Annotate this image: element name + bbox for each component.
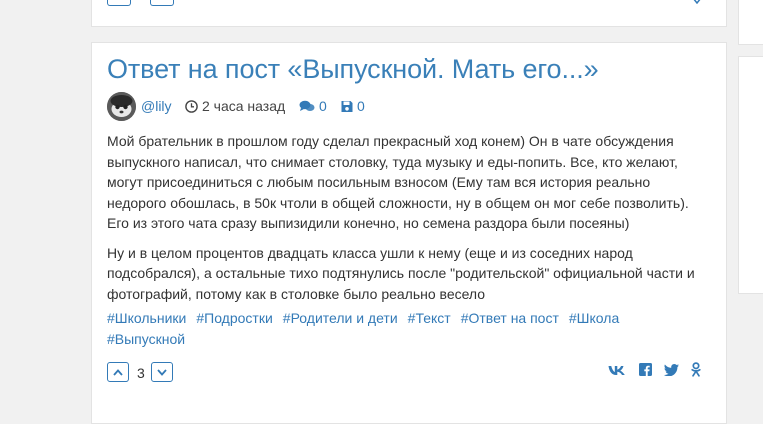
rating-count: 3 xyxy=(137,365,145,381)
vk-icon xyxy=(608,363,626,381)
post-time: 2 часа назад xyxy=(185,98,285,114)
tag-link[interactable]: #Школьники xyxy=(107,308,186,329)
author-link[interactable]: @lily xyxy=(141,98,172,114)
facebook-share-button[interactable] xyxy=(638,363,652,381)
clock-icon xyxy=(185,98,202,114)
tag-link[interactable]: #Родители и дети xyxy=(283,308,398,329)
facebook-icon xyxy=(638,363,652,381)
comments-icon xyxy=(299,98,319,114)
tag-link[interactable]: #Школа xyxy=(569,308,619,329)
text-line: подсобрался), а остальные тихо подтянули… xyxy=(107,265,695,281)
comments-count: 0 xyxy=(319,98,327,114)
tag-link[interactable]: #Подростки xyxy=(196,308,272,329)
tag-list: #Школьники #Подростки #Родители и дети #Тек… xyxy=(107,308,707,349)
sidebar-card xyxy=(738,56,763,294)
post-title[interactable]: Ответ на пост «Выпускной. Мать его...» xyxy=(107,54,599,85)
vk-share-button[interactable] xyxy=(607,364,627,380)
twitter-icon xyxy=(663,363,679,381)
text-line: фотографий, потому как в столовке было р… xyxy=(107,285,486,302)
odnoklassniki-icon xyxy=(691,362,701,382)
twitter-share-button[interactable] xyxy=(663,364,679,380)
previous-downvote-button[interactable] xyxy=(150,0,174,6)
chevron-down-icon xyxy=(157,363,167,381)
tag-link[interactable]: #Ответ на пост xyxy=(461,308,559,329)
post-body: Мой брательник в прошлом году сделал пре… xyxy=(107,131,707,313)
comments-link[interactable]: 0 xyxy=(299,98,327,114)
previous-post-card xyxy=(91,0,727,27)
saves-count: 0 xyxy=(357,98,365,114)
text-line: Ну и в целом процентов двадцать класса у… xyxy=(107,244,633,261)
odnoklassniki-share-button[interactable] xyxy=(690,362,702,382)
text-line: Мой брательник в прошлом году сделал пре… xyxy=(107,133,674,149)
downvote-button[interactable] xyxy=(151,362,173,382)
tag-link[interactable]: #Текст xyxy=(408,308,451,329)
text-line: Его из этого чата сразу выпизидили конеч… xyxy=(107,215,630,231)
previous-share-icon[interactable] xyxy=(692,0,702,7)
upvote-button[interactable] xyxy=(107,362,129,382)
previous-upvote-button[interactable] xyxy=(107,0,131,6)
text-line: могут присоединиться с любым посильным в… xyxy=(107,174,651,190)
text-line: выпускного написал, что снимает столовку… xyxy=(107,153,678,170)
tag-link[interactable]: #Выпускной xyxy=(107,329,185,350)
post-paragraph: Мой брательник в прошлом году сделал пре… xyxy=(107,131,707,234)
floppy-icon xyxy=(341,98,357,114)
avatar[interactable] xyxy=(107,92,136,121)
text-line: недорого обошлась, в 50к чтоли в общей с… xyxy=(107,194,689,211)
save-link[interactable]: 0 xyxy=(341,98,365,114)
post-time-text: 2 часа назад xyxy=(202,98,286,114)
post-paragraph: Ну и в целом процентов двадцать класса у… xyxy=(107,243,707,305)
sidebar-card xyxy=(738,0,763,45)
chevron-up-icon xyxy=(113,363,123,381)
